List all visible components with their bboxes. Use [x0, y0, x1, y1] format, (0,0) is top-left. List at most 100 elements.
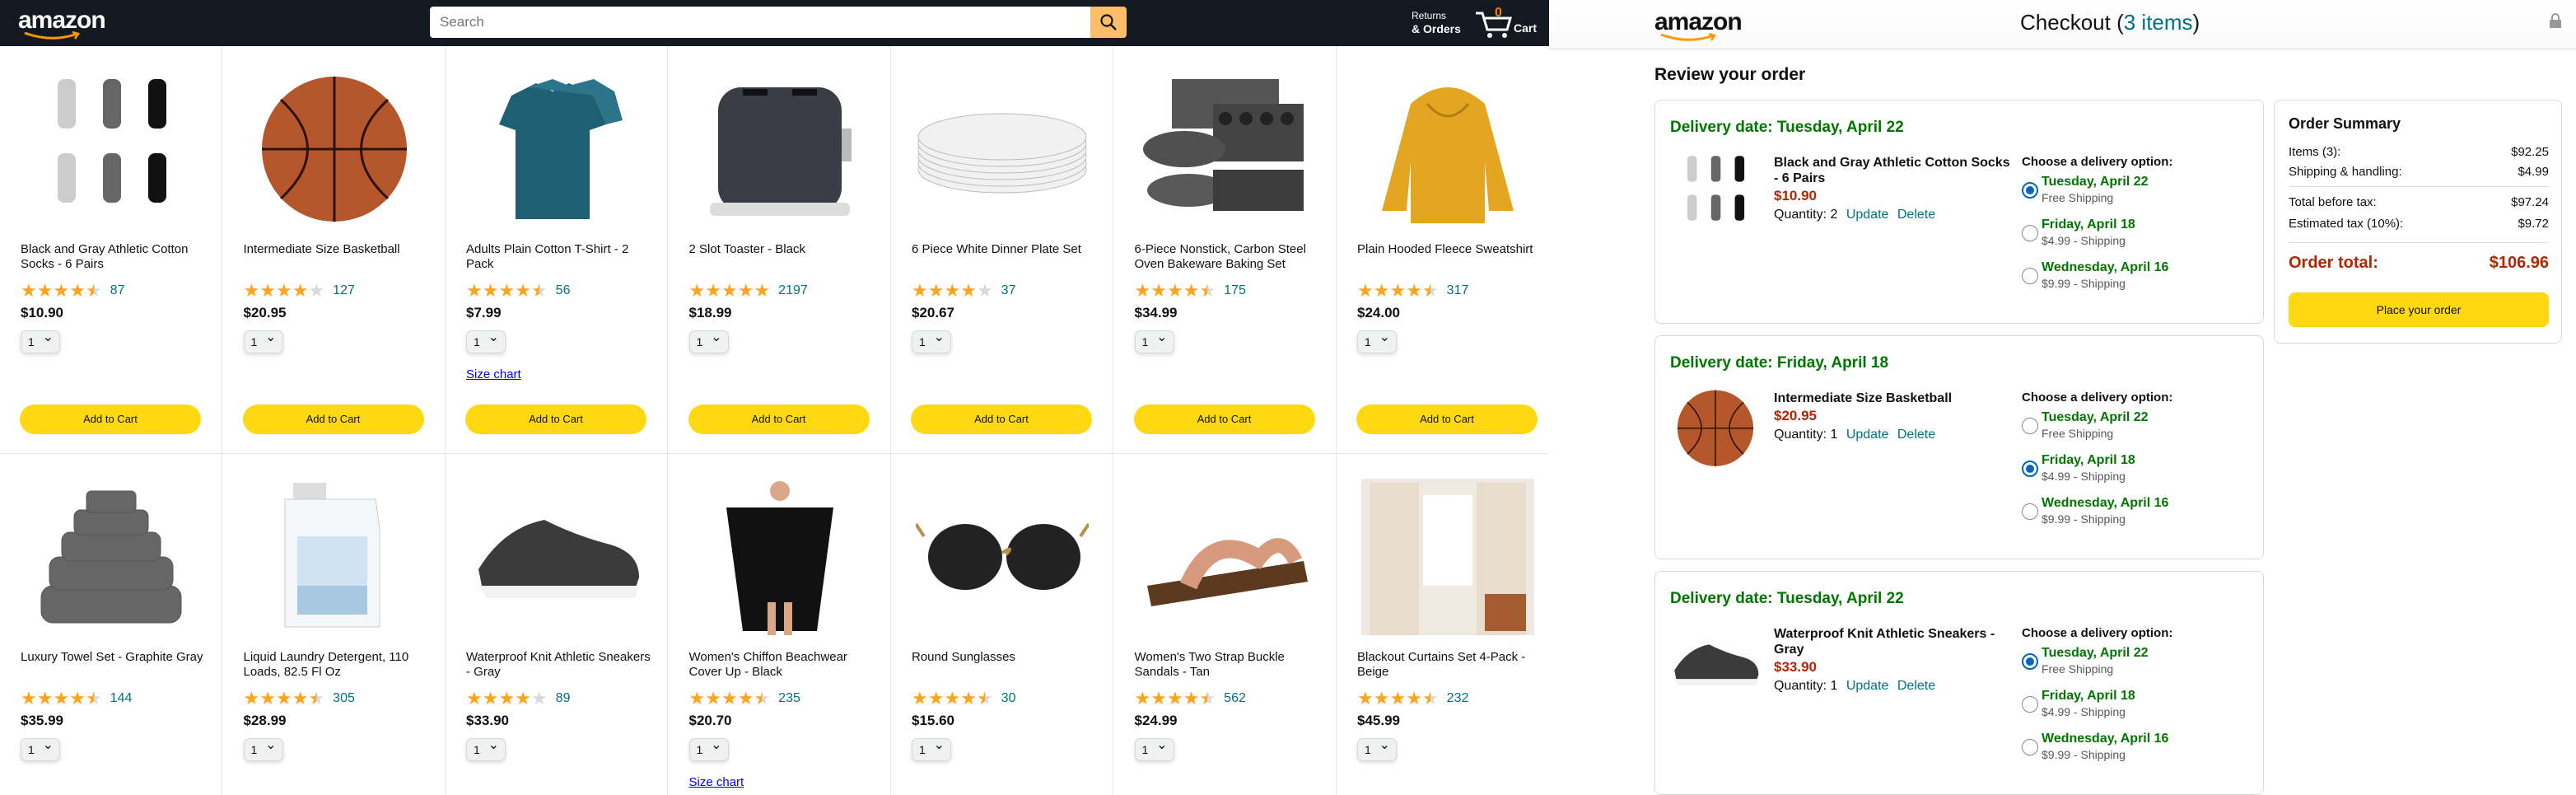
rating-count[interactable]: 144	[110, 691, 133, 706]
star-icon: ★	[1421, 280, 1439, 301]
delivery-option[interactable]: Tuesday, April 22 Free Shipping	[2022, 175, 2236, 211]
product-image[interactable]	[470, 479, 643, 635]
add-to-cart-button[interactable]: Add to Cart	[20, 405, 201, 434]
update-link[interactable]: Update	[1846, 428, 1889, 442]
quantity-select[interactable]: 1	[912, 735, 951, 761]
delivery-radio[interactable]	[2022, 418, 2038, 434]
delete-link[interactable]: Delete	[1897, 428, 1935, 442]
product-image[interactable]	[1361, 479, 1534, 635]
delivery-radio[interactable]	[2022, 225, 2038, 241]
product-card: Plain Hooded Fleece Sweatshirt ★ ★ ★ ★ ★ 317…	[1337, 46, 1559, 453]
delivery-option[interactable]: Wednesday, April 16 $9.99 - Shipping	[2022, 732, 2236, 768]
delete-link[interactable]: Delete	[1897, 679, 1935, 693]
add-to-cart-button[interactable]: Add to Cart	[688, 405, 870, 434]
rating-count[interactable]: 127	[333, 283, 355, 298]
amazon-logo[interactable]: amazon	[18, 7, 106, 40]
quantity-select[interactable]: 1	[912, 327, 951, 353]
product-image[interactable]	[248, 71, 421, 227]
delivery-radio[interactable]	[2022, 696, 2038, 713]
product-image[interactable]	[470, 71, 643, 227]
product-image[interactable]	[1361, 71, 1534, 227]
rating-count[interactable]: 317	[1447, 283, 1469, 298]
star-icon: ★	[1134, 280, 1151, 301]
quantity-select[interactable]: 1	[243, 735, 283, 761]
quantity-select[interactable]: 1	[21, 327, 60, 353]
product-image[interactable]	[914, 479, 1090, 635]
delivery-option[interactable]: Tuesday, April 22 Free Shipping	[2022, 646, 2236, 682]
quantity-select[interactable]: 1	[466, 327, 506, 353]
quantity-select[interactable]: 1	[243, 327, 283, 353]
rating-count[interactable]: 175	[1224, 283, 1246, 298]
delete-link[interactable]: Delete	[1897, 208, 1935, 222]
delivery-option[interactable]: Friday, April 18 $4.99 - Shipping	[2022, 217, 2236, 254]
delivery-radio[interactable]	[2022, 503, 2038, 520]
add-to-cart-button[interactable]: Add to Cart	[911, 405, 1092, 434]
quantity-select[interactable]: 1	[1134, 735, 1174, 761]
product-image[interactable]	[25, 71, 198, 227]
add-to-cart-button[interactable]: Add to Cart	[1133, 405, 1315, 434]
quantity-select[interactable]: 1	[1134, 327, 1174, 353]
rating-count[interactable]: 56	[556, 283, 571, 298]
quantity-select[interactable]: 1	[688, 327, 729, 353]
update-link[interactable]: Update	[1846, 679, 1889, 693]
delivery-radio[interactable]	[2022, 268, 2038, 284]
star-icon: ★	[705, 280, 721, 301]
rating-count[interactable]: 30	[1001, 691, 1016, 706]
update-link[interactable]: Update	[1846, 208, 1889, 222]
product-image[interactable]	[693, 71, 866, 227]
search-icon	[1100, 14, 1117, 30]
quantity-select[interactable]: 1	[21, 735, 60, 761]
search-button[interactable]	[1090, 7, 1127, 38]
product-image[interactable]	[693, 479, 866, 635]
delivery-option[interactable]: Tuesday, April 22 Free Shipping	[2022, 410, 2236, 447]
product-image[interactable]	[1139, 479, 1312, 635]
product-image[interactable]	[1139, 71, 1312, 227]
delivery-option[interactable]: Wednesday, April 16 $9.99 - Shipping	[2022, 260, 2236, 297]
star-icon: ★	[1150, 280, 1167, 301]
cart-icon	[1476, 12, 1512, 38]
product-image[interactable]	[248, 479, 421, 635]
rating-count[interactable]: 232	[1447, 691, 1469, 706]
items-link[interactable]: 3 items	[2124, 10, 2193, 35]
quantity-select[interactable]: 1	[1357, 327, 1397, 353]
delivery-option[interactable]: Wednesday, April 16 $9.99 - Shipping	[2022, 496, 2236, 532]
returns-orders-link[interactable]: Returns & Orders	[1412, 9, 1461, 35]
delivery-radio[interactable]	[2022, 739, 2038, 755]
delivery-radio[interactable]	[2022, 182, 2038, 199]
product-rating: ★ ★ ★ ★ ★ 305	[244, 690, 355, 708]
add-to-cart-button[interactable]: Add to Cart	[1356, 405, 1538, 434]
choose-delivery-label: Choose a delivery option:	[2022, 390, 2173, 405]
delivery-radio[interactable]	[2022, 653, 2038, 670]
product-image[interactable]	[25, 479, 198, 635]
product-image[interactable]	[916, 71, 1089, 227]
rating-count[interactable]: 562	[1224, 691, 1246, 706]
star-icon: ★	[1357, 280, 1374, 301]
summary-title: Order Summary	[2289, 115, 2401, 132]
quantity-select[interactable]: 1	[688, 735, 729, 761]
rating-count[interactable]: 235	[778, 691, 800, 706]
add-to-cart-button[interactable]: Add to Cart	[242, 405, 424, 434]
product-card: 6-Piece Nonstick, Carbon Steel Oven Bake…	[1114, 46, 1337, 453]
delivery-date: Delivery date: Tuesday, April 22	[1670, 590, 1904, 607]
add-to-cart-button[interactable]: Add to Cart	[465, 405, 646, 434]
place-order-button[interactable]: Place your order	[2289, 292, 2549, 327]
delivery-option[interactable]: Friday, April 18 $4.99 - Shipping	[2022, 453, 2236, 489]
search-input[interactable]	[430, 7, 1090, 38]
rating-count[interactable]: 305	[333, 691, 355, 706]
delivery-radio[interactable]	[2022, 461, 2038, 477]
choose-delivery-label: Choose a delivery option:	[2022, 626, 2173, 640]
rating-count[interactable]: 89	[556, 691, 571, 706]
rating-count[interactable]: 87	[110, 283, 125, 298]
order-product-name: Intermediate Size Basketball	[1774, 391, 1953, 405]
quantity-select[interactable]: 1	[1357, 735, 1397, 761]
size-chart-link[interactable]: Size chart	[689, 775, 744, 789]
delivery-option[interactable]: Friday, April 18 $4.99 - Shipping	[2022, 689, 2236, 725]
size-chart-link[interactable]: Size chart	[466, 367, 521, 381]
quantity-select[interactable]: 1	[466, 735, 506, 761]
rating-count[interactable]: 37	[1001, 283, 1016, 298]
search-bar	[430, 7, 1127, 38]
order-product-price: $10.90	[1774, 188, 1817, 203]
cart-link[interactable]: 0 Cart	[1474, 5, 1540, 41]
amazon-logo[interactable]: amazon	[1654, 8, 1743, 41]
rating-count[interactable]: 2197	[778, 283, 808, 298]
